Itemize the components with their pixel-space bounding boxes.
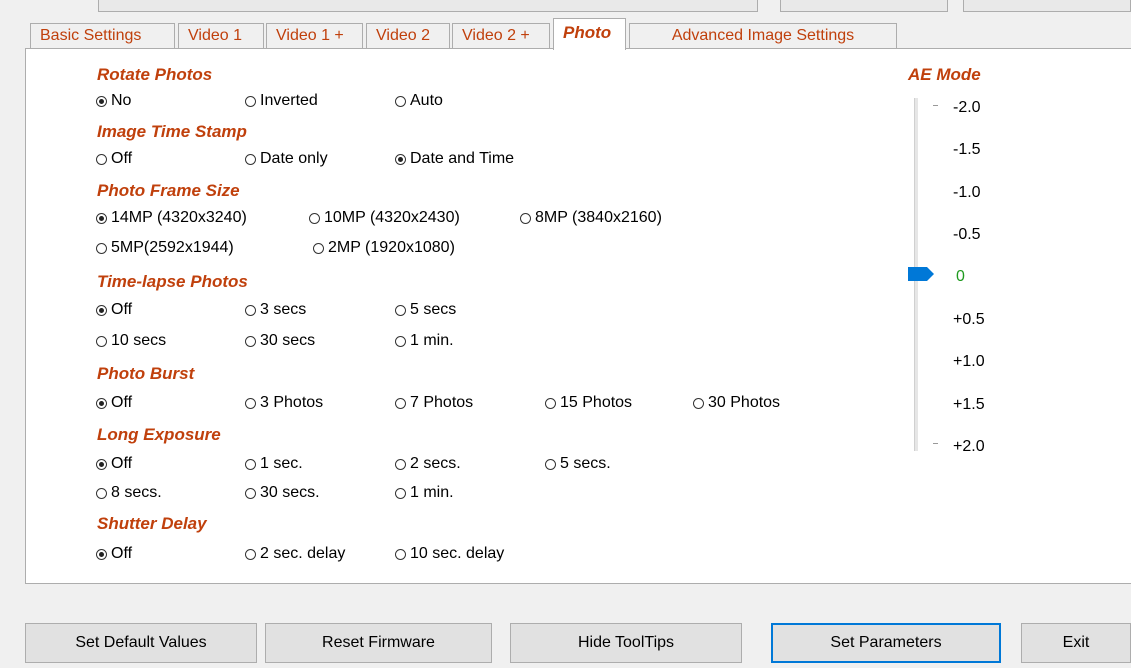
radio-dot <box>395 95 406 107</box>
radio-burst-15-photos[interactable]: 15 Photos <box>545 394 632 412</box>
section-title-photo-frame-size: Photo Frame Size <box>97 181 240 200</box>
radio-dot <box>395 335 406 347</box>
radio-rotate-no[interactable]: No <box>96 92 131 110</box>
radio-dot <box>96 212 107 224</box>
tab-basic-settings[interactable]: Basic Settings <box>30 23 175 49</box>
top-button-fragment[interactable] <box>963 0 1131 12</box>
hide-tooltips-button[interactable]: Hide ToolTips <box>510 623 742 663</box>
radio-dot <box>96 95 107 107</box>
ae-label-minus-2-0: -2.0 <box>953 99 981 116</box>
radio-dot <box>245 397 256 409</box>
tab-video-2-plus[interactable]: Video 2 + <box>452 23 550 49</box>
radio-exposure-off[interactable]: Off <box>96 455 132 473</box>
radio-dot <box>245 95 256 107</box>
radio-exposure-30-secs[interactable]: 30 secs. <box>245 484 320 502</box>
radio-exposure-8-secs[interactable]: 8 secs. <box>96 484 162 502</box>
radio-burst-3-photos[interactable]: 3 Photos <box>245 394 323 412</box>
ae-label-plus-1-0: +1.0 <box>953 353 985 370</box>
radio-dot <box>96 153 107 165</box>
tab-video-2[interactable]: Video 2 <box>366 23 450 49</box>
radio-frame-14mp[interactable]: 14MP (4320x3240) <box>96 209 247 227</box>
radio-dot <box>395 397 406 409</box>
radio-burst-off[interactable]: Off <box>96 394 132 412</box>
tab-photo[interactable]: Photo <box>553 18 626 50</box>
radio-dot <box>545 458 556 470</box>
radio-dot <box>245 304 256 316</box>
radio-dot <box>395 304 406 316</box>
ae-label-zero: 0 <box>956 268 965 285</box>
radio-dot <box>96 397 107 409</box>
radio-dot <box>395 458 406 470</box>
radio-timelapse-1-min[interactable]: 1 min. <box>395 332 454 350</box>
section-title-time-lapse-photos: Time-lapse Photos <box>97 272 248 291</box>
radio-frame-10mp[interactable]: 10MP (4320x2430) <box>309 209 460 227</box>
ae-mode-title: AE Mode <box>908 65 981 84</box>
radio-dot <box>96 458 107 470</box>
ae-label-plus-1-5: +1.5 <box>953 396 985 413</box>
radio-dot <box>395 487 406 499</box>
radio-dot <box>693 397 704 409</box>
radio-frame-5mp[interactable]: 5MP(2592x1944) <box>96 239 234 257</box>
radio-dot <box>245 153 256 165</box>
radio-burst-30-photos[interactable]: 30 Photos <box>693 394 780 412</box>
ae-label-minus-0-5: -0.5 <box>953 226 981 243</box>
radio-dot <box>245 335 256 347</box>
set-parameters-button[interactable]: Set Parameters <box>771 623 1001 663</box>
radio-dot <box>395 153 406 165</box>
radio-timestamp-off[interactable]: Off <box>96 150 132 168</box>
radio-timestamp-date-and-time[interactable]: Date and Time <box>395 150 514 168</box>
radio-exposure-5-secs[interactable]: 5 secs. <box>545 455 611 473</box>
ae-label-minus-1-5: -1.5 <box>953 141 981 158</box>
exit-button[interactable]: Exit <box>1021 623 1131 663</box>
ae-mode-slider-thumb[interactable] <box>908 267 934 281</box>
tab-video-1[interactable]: Video 1 <box>178 23 264 49</box>
radio-shutter-2-sec-delay[interactable]: 2 sec. delay <box>245 545 345 563</box>
section-title-shutter-delay: Shutter Delay <box>97 514 207 533</box>
section-title-photo-burst: Photo Burst <box>97 364 195 383</box>
radio-dot <box>245 487 256 499</box>
ae-label-minus-1-0: -1.0 <box>953 184 981 201</box>
section-title-image-time-stamp: Image Time Stamp <box>97 122 247 141</box>
radio-burst-7-photos[interactable]: 7 Photos <box>395 394 473 412</box>
radio-dot <box>96 335 107 347</box>
radio-timelapse-30-secs[interactable]: 30 secs <box>245 332 315 350</box>
radio-dot <box>313 242 324 254</box>
ae-label-plus-0-5: +0.5 <box>953 311 985 328</box>
tab-video-1-plus[interactable]: Video 1 + <box>266 23 363 49</box>
radio-dot <box>309 212 320 224</box>
ae-tick-bottom <box>933 443 938 444</box>
radio-dot <box>96 242 107 254</box>
reset-firmware-button[interactable]: Reset Firmware <box>265 623 492 663</box>
ae-label-plus-2-0: +2.0 <box>953 438 985 455</box>
top-button-fragment[interactable] <box>780 0 948 12</box>
tab-advanced-image-settings[interactable]: Advanced Image Settings <box>629 23 897 49</box>
ae-tick-top <box>933 105 938 106</box>
radio-shutter-off[interactable]: Off <box>96 545 132 563</box>
section-title-long-exposure: Long Exposure <box>97 425 221 444</box>
radio-dot <box>545 397 556 409</box>
radio-dot <box>245 548 256 560</box>
radio-timelapse-5-secs[interactable]: 5 secs <box>395 301 456 319</box>
radio-exposure-2-secs[interactable]: 2 secs. <box>395 455 461 473</box>
radio-timelapse-3-secs[interactable]: 3 secs <box>245 301 306 319</box>
radio-frame-8mp[interactable]: 8MP (3840x2160) <box>520 209 662 227</box>
radio-exposure-1-min[interactable]: 1 min. <box>395 484 454 502</box>
radio-shutter-10-sec-delay[interactable]: 10 sec. delay <box>395 545 504 563</box>
radio-timelapse-10-secs[interactable]: 10 secs <box>96 332 166 350</box>
radio-timestamp-date-only[interactable]: Date only <box>245 150 328 168</box>
radio-timelapse-off[interactable]: Off <box>96 301 132 319</box>
radio-rotate-inverted[interactable]: Inverted <box>245 92 318 110</box>
radio-dot <box>520 212 531 224</box>
radio-dot <box>245 458 256 470</box>
radio-dot <box>395 548 406 560</box>
radio-frame-2mp[interactable]: 2MP (1920x1080) <box>313 239 455 257</box>
radio-dot <box>96 304 107 316</box>
top-control-fragment <box>98 0 758 12</box>
radio-exposure-1-sec[interactable]: 1 sec. <box>245 455 303 473</box>
radio-dot <box>96 548 107 560</box>
section-title-rotate-photos: Rotate Photos <box>97 65 213 84</box>
set-default-values-button[interactable]: Set Default Values <box>25 623 257 663</box>
radio-dot <box>96 487 107 499</box>
radio-rotate-auto[interactable]: Auto <box>395 92 443 110</box>
